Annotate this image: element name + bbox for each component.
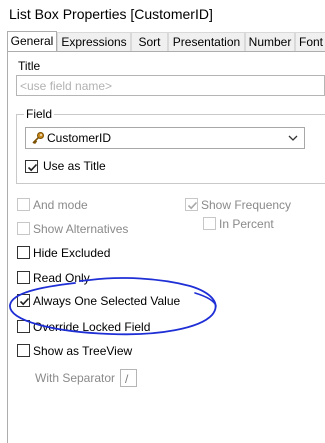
tab-number[interactable]: Number — [245, 32, 295, 51]
title-input[interactable]: <use field name> — [16, 75, 325, 96]
window-title: List Box Properties [CustomerID] — [9, 6, 213, 22]
tab-expressions[interactable]: Expressions — [57, 32, 131, 51]
show-as-treeview-label: Show as TreeView — [33, 344, 133, 358]
field-group-label: Field — [24, 107, 55, 121]
and-mode-checkbox[interactable] — [17, 198, 30, 211]
tab-sort[interactable]: Sort — [131, 32, 168, 51]
use-as-title-label: Use as Title — [43, 159, 106, 173]
title-input-placeholder: <use field name> — [20, 79, 113, 93]
show-alternatives-checkbox[interactable] — [17, 222, 30, 235]
field-dropdown-value: CustomerID — [47, 131, 112, 145]
show-frequency-label: Show Frequency — [201, 198, 292, 212]
checkmark-icon — [19, 297, 30, 306]
override-locked-label: Override Locked Field — [33, 320, 151, 334]
field-dropdown[interactable]: CustomerID — [25, 127, 305, 149]
title-label: Title — [18, 59, 41, 73]
and-mode-label: And mode — [33, 198, 88, 212]
separator-input[interactable]: / — [120, 369, 137, 387]
separator-value: / — [125, 372, 129, 386]
show-frequency-checkbox[interactable] — [185, 198, 198, 211]
field-group — [16, 114, 325, 184]
read-only-checkbox[interactable] — [17, 271, 30, 284]
hide-excluded-checkbox[interactable] — [17, 246, 30, 259]
hide-excluded-label: Hide Excluded — [33, 246, 111, 260]
with-separator-label: With Separator — [35, 371, 116, 385]
tab-general[interactable]: General — [7, 31, 57, 52]
use-as-title-checkbox[interactable] — [25, 160, 38, 173]
checkmark-icon — [187, 201, 198, 210]
key-icon — [32, 132, 44, 145]
read-only-label: Read Only — [33, 271, 90, 285]
tab-presentation[interactable]: Presentation — [168, 32, 245, 51]
in-percent-checkbox[interactable] — [203, 217, 216, 230]
in-percent-label: In Percent — [219, 217, 274, 231]
show-as-treeview-checkbox[interactable] — [17, 344, 30, 357]
always-one-selected-checkbox[interactable] — [17, 294, 30, 307]
window-titlebar: List Box Properties [CustomerID] — [0, 0, 325, 30]
tab-font[interactable]: Font — [295, 32, 325, 51]
checkmark-icon — [27, 163, 38, 172]
tab-strip: General Expressions Sort Presentation Nu… — [7, 31, 325, 52]
chevron-down-icon — [288, 135, 298, 141]
always-one-selected-label: Always One Selected Value — [33, 294, 181, 308]
override-locked-checkbox[interactable] — [17, 320, 30, 333]
show-alternatives-label: Show Alternatives — [33, 222, 129, 236]
